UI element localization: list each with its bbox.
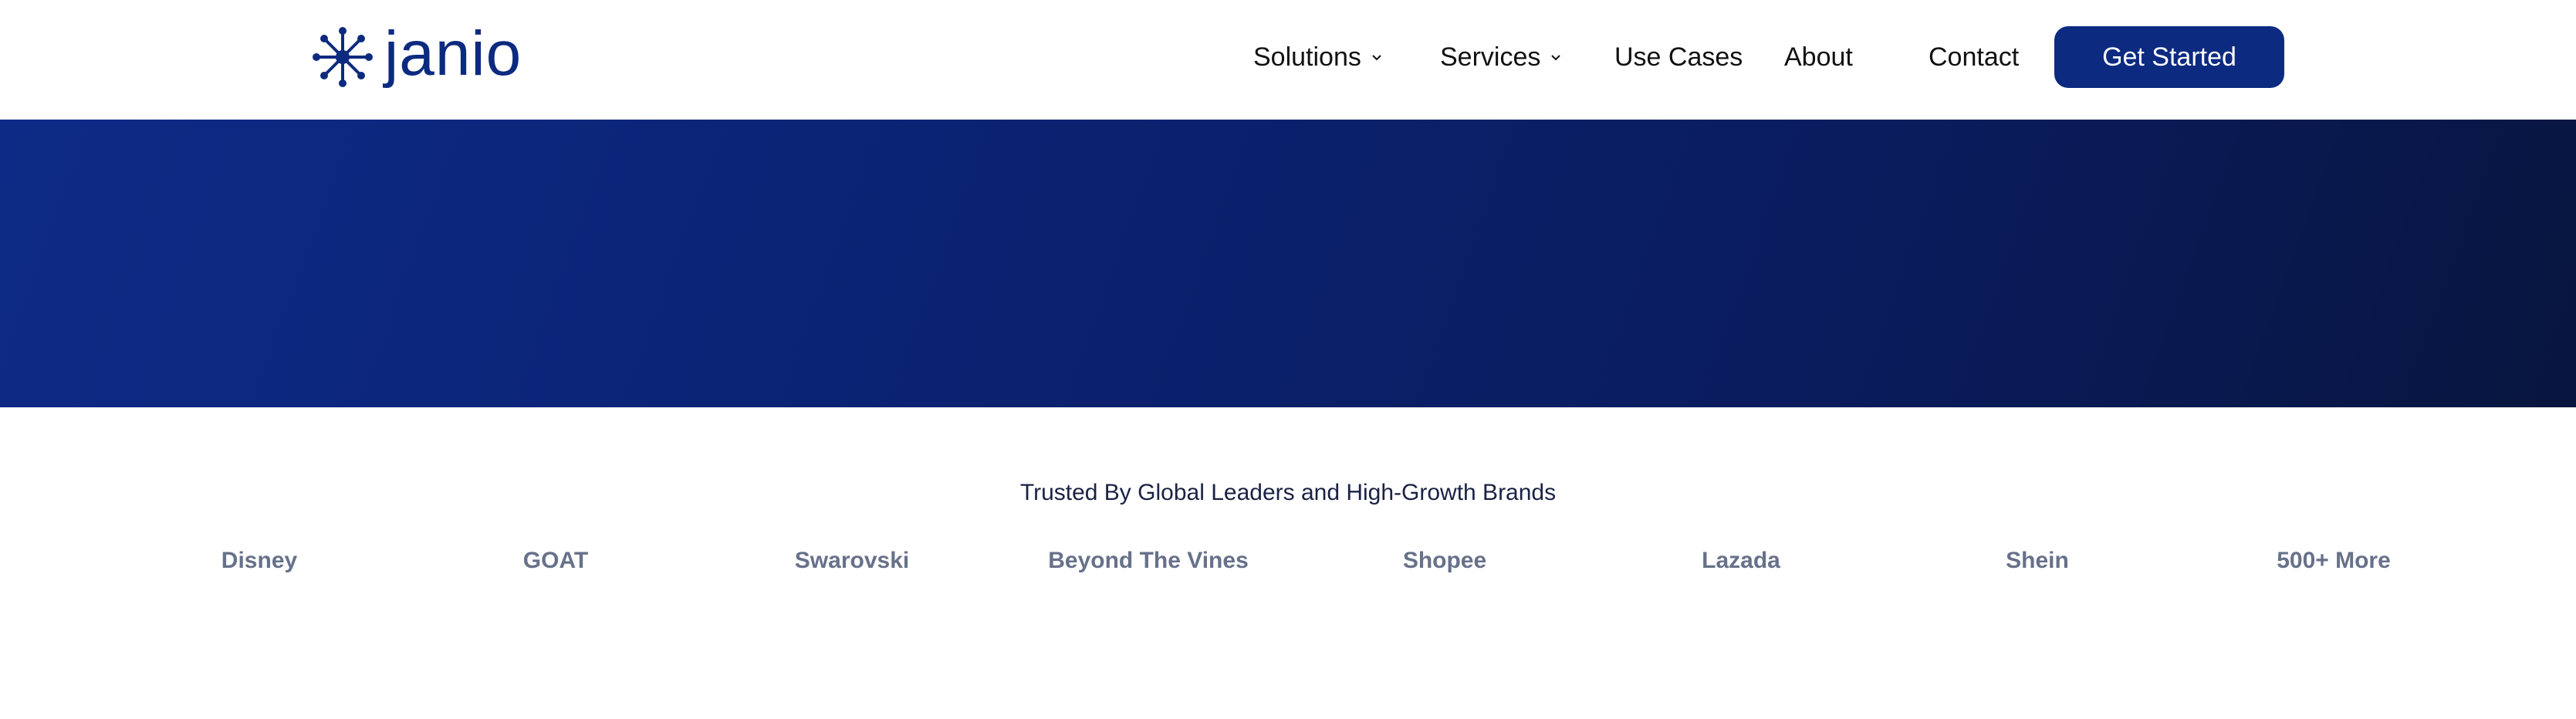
- brand-shein: Shein: [2006, 548, 2069, 573]
- brand-more[interactable]: 500+ More: [2277, 548, 2391, 574]
- nav-services-label: Services: [1440, 42, 1541, 72]
- chevron-down-icon: [1551, 55, 1561, 61]
- get-started-button[interactable]: Get Started: [2054, 26, 2284, 88]
- trusted-heading: Trusted By Global Leaders and High-Growt…: [1019, 480, 1557, 505]
- nav-use-cases-label: Use Cases: [1614, 42, 1743, 72]
- brand-swarovski: Swarovski: [794, 548, 910, 573]
- brand-beyond-the-vines: Beyond The Vines: [1048, 548, 1249, 573]
- site-header: janio Solutions Services Use Cases About…: [0, 0, 2576, 120]
- nav-solutions-label: Solutions: [1253, 42, 1361, 72]
- brand-disney: Disney: [221, 548, 298, 573]
- nav-use-cases[interactable]: Use Cases: [1614, 26, 1743, 88]
- nav-about-label: About: [1784, 42, 1853, 72]
- brand-lazada: Lazada: [1702, 548, 1780, 573]
- nav-solutions[interactable]: Solutions: [1253, 26, 1383, 88]
- chevron-down-icon: [1372, 55, 1381, 61]
- nav-contact[interactable]: Contact: [1929, 26, 2019, 88]
- brand-goat: GOAT: [522, 548, 589, 573]
- nav-contact-label: Contact: [1929, 42, 2020, 72]
- nav-services[interactable]: Services: [1440, 26, 1562, 88]
- brand-shopee: Shopee: [1402, 548, 1487, 573]
- nav-about[interactable]: About: [1784, 26, 1853, 88]
- hero-banner: [0, 120, 2576, 407]
- brand-list: Disney GOAT Swarovski Beyond The Vines S…: [0, 548, 2576, 582]
